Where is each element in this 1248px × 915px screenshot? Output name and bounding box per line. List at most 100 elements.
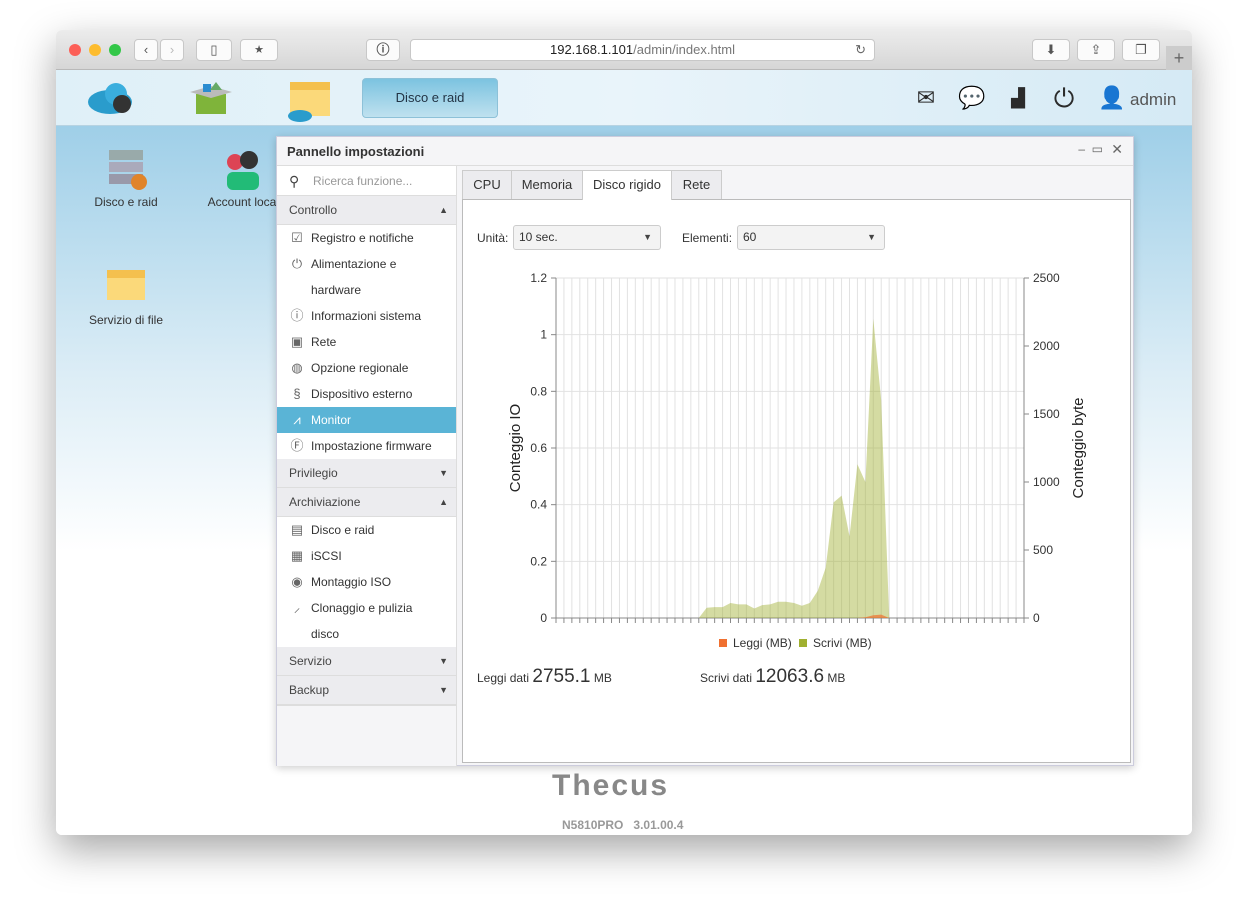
address-bar[interactable]: 192.168.1.101/admin/index.html ↻: [410, 39, 875, 61]
section-servizio[interactable]: Servizio ▼: [277, 647, 456, 676]
section-label: Servizio: [289, 654, 332, 668]
disk-monitor-box: Unità: 10 sec. ▼ Elementi: 60 ▼ 0 0.2 0.4 0.6…: [462, 199, 1131, 763]
search-icon: ⚲: [289, 173, 300, 189]
sidebar-item-label-cont[interactable]: hardware: [277, 277, 456, 303]
legend-label: Leggi (MB): [733, 636, 792, 650]
section-archiviazione[interactable]: Archiviazione ▲: [277, 488, 456, 517]
sidebar-item-clonaggio-e-pulizia[interactable]: ⸝ Clonaggio e pulizia: [277, 595, 456, 621]
close-icon[interactable]: ✕: [1111, 141, 1123, 158]
section-controllo[interactable]: Controllo ▲: [277, 196, 456, 225]
sidebar-item-rete[interactable]: ▣ Rete: [277, 329, 456, 355]
y-right-tick-label: 2000: [1033, 339, 1060, 353]
cloud-settings-icon[interactable]: [86, 78, 136, 118]
thecus-logo: Thecus: [552, 769, 670, 802]
sidebar-item-label-cont[interactable]: disco: [277, 621, 456, 647]
info-icon: ⓘ: [290, 308, 304, 323]
maximize-icon[interactable]: ▭: [1092, 142, 1103, 156]
sidebar-item-label: Impostazione firmware: [311, 439, 432, 453]
sidebar-item-registro-e-notifiche[interactable]: ☑ Registro e notifiche: [277, 225, 456, 251]
tabs-icon[interactable]: ❐: [1122, 39, 1160, 61]
firmware-icon: Ⓕ: [290, 438, 304, 453]
iscsi-icon: ▦: [290, 548, 304, 563]
version-number: 3.01.00.4: [633, 818, 684, 832]
sidebar-item-label: Informazioni sistema: [311, 309, 422, 323]
sidebar-item-alimentazione-e[interactable]: ⏻ Alimentazione e: [277, 251, 456, 277]
broom-icon: ⸝: [293, 600, 301, 615]
desktop-icon-disco-raid[interactable]: Disco e raid: [76, 146, 176, 209]
mail-icon[interactable]: ✉: [912, 84, 940, 112]
monitor-chart-icon[interactable]: ▟: [1004, 84, 1032, 112]
panel-title: Pannello impostazioni: [277, 137, 1133, 166]
globe-icon: ◍: [291, 360, 303, 375]
elements-label: Elementi:: [682, 231, 733, 245]
sidebar-item-opzione-regionale[interactable]: ◍ Opzione regionale: [277, 355, 456, 381]
section-backup[interactable]: Backup ▼: [277, 676, 456, 705]
sidebar-item-label: iSCSI: [311, 549, 342, 563]
read-total: Leggi dati 2755.1 MB: [477, 666, 612, 687]
username[interactable]: admin: [1130, 90, 1176, 110]
back-button[interactable]: ‹: [134, 39, 158, 61]
y-right-tick-label: 1500: [1033, 407, 1060, 421]
reload-icon[interactable]: ↻: [855, 40, 866, 60]
settings-panel: Pannello impostazioni – ▭ ✕ ⚲ Ricerca fun…: [276, 136, 1134, 766]
section-label: Archiviazione: [289, 495, 361, 509]
search-input[interactable]: ⚲ Ricerca funzione...: [277, 166, 456, 196]
tab-disco-e-raid[interactable]: Disco e raid: [362, 78, 498, 118]
clipboard-check-icon: ☑: [291, 230, 303, 245]
sidebar-item-informazioni-sistema[interactable]: ⓘ Informazioni sistema: [277, 303, 456, 329]
sidebar-item-impostazione-firmware[interactable]: Ⓕ Impostazione firmware: [277, 433, 456, 459]
sidebar-item-label: Monitor: [311, 413, 352, 427]
section-label: Controllo: [289, 203, 338, 217]
legend-swatch: [719, 639, 727, 647]
sidebar-item-label: Opzione regionale: [311, 361, 409, 375]
chevron-up-icon: ▲: [439, 205, 448, 215]
disk-icon: ▤: [290, 522, 304, 537]
tab-disco-rigido[interactable]: Disco rigido: [582, 170, 672, 200]
y-left-tick-label: 0.2: [530, 554, 547, 568]
section-label: Privilegio: [289, 466, 338, 480]
desktop-icon-file-service[interactable]: Servizio di file: [76, 264, 176, 327]
sidebar-item-dispositivo-esterno[interactable]: § Dispositivo esterno: [277, 381, 456, 407]
user-icon[interactable]: 👤: [1098, 84, 1126, 112]
tab-cpu[interactable]: CPU: [462, 170, 512, 199]
bookmark-icon[interactable]: ★: [240, 39, 278, 61]
chat-icon[interactable]: 💬: [958, 84, 986, 112]
sidebar-icon[interactable]: ▯: [196, 39, 232, 61]
section-privilegio[interactable]: Privilegio ▼: [277, 459, 456, 488]
unit-select[interactable]: 10 sec. ▼: [513, 225, 661, 250]
new-tab-button[interactable]: +: [1166, 46, 1192, 70]
download-icon[interactable]: ⬇: [1032, 39, 1070, 61]
sidebar-item-label: Alimentazione e: [311, 257, 397, 271]
minimize-icon[interactable]: –: [1078, 142, 1085, 156]
browser-window: ‹ › ▯ ★ ⓘ 192.168.1.101/admin/index.html…: [56, 30, 1192, 835]
sidebar-item-monitor[interactable]: ⩘ Monitor: [277, 407, 456, 433]
tab-memoria[interactable]: Memoria: [511, 170, 583, 199]
sidebar-item-montaggio-iso[interactable]: ◉ Montaggio ISO: [277, 569, 456, 595]
share-icon[interactable]: ⇪: [1077, 39, 1115, 61]
app-center-icon[interactable]: [186, 78, 236, 118]
sidebar-item-iscsi[interactable]: ▦ iSCSI: [277, 543, 456, 569]
desktop-icon-label: Servizio di file: [88, 313, 164, 327]
usb-icon: §: [293, 386, 301, 401]
firmware-version: N5810PRO 3.01.00.4: [562, 818, 683, 832]
elements-select[interactable]: 60 ▼: [737, 225, 885, 250]
browser-toolbar: ‹ › ▯ ★ ⓘ 192.168.1.101/admin/index.html…: [56, 30, 1192, 70]
settings-sidebar: ⚲ Ricerca funzione... Controllo ▲ ☑ Registro…: [277, 166, 457, 766]
forward-button[interactable]: ›: [160, 39, 184, 61]
y-right-tick-label: 1000: [1033, 475, 1060, 489]
disk-io-chart: 0 0.2 0.4 0.6 0.8 1 1.2 0 500 1000 1500 2000 2500 Con…: [507, 271, 1087, 650]
minimize-window-button[interactable]: [89, 44, 101, 56]
app-header: Disco e raid ✉ 💬 ▟ ⏻ 👤 admin: [56, 70, 1192, 126]
power-icon[interactable]: ⏻: [1050, 84, 1078, 112]
zoom-window-button[interactable]: [109, 44, 121, 56]
sidebar-item-disco-e-raid[interactable]: ▤ Disco e raid: [277, 517, 456, 543]
tab-rete[interactable]: Rete: [671, 170, 722, 199]
monitor-content: CPU Memoria Disco rigido Rete Unità: 10 …: [460, 170, 1132, 765]
y-left-tick-label: 0.6: [530, 441, 547, 455]
file-folder-icon[interactable]: [286, 78, 336, 122]
y-left-tick-label: 0.4: [530, 498, 547, 512]
y-left-tick-label: 1.2: [530, 271, 547, 285]
password-icon[interactable]: ⓘ: [366, 39, 400, 61]
close-window-button[interactable]: [69, 44, 81, 56]
unit-label: Unità:: [477, 231, 509, 245]
